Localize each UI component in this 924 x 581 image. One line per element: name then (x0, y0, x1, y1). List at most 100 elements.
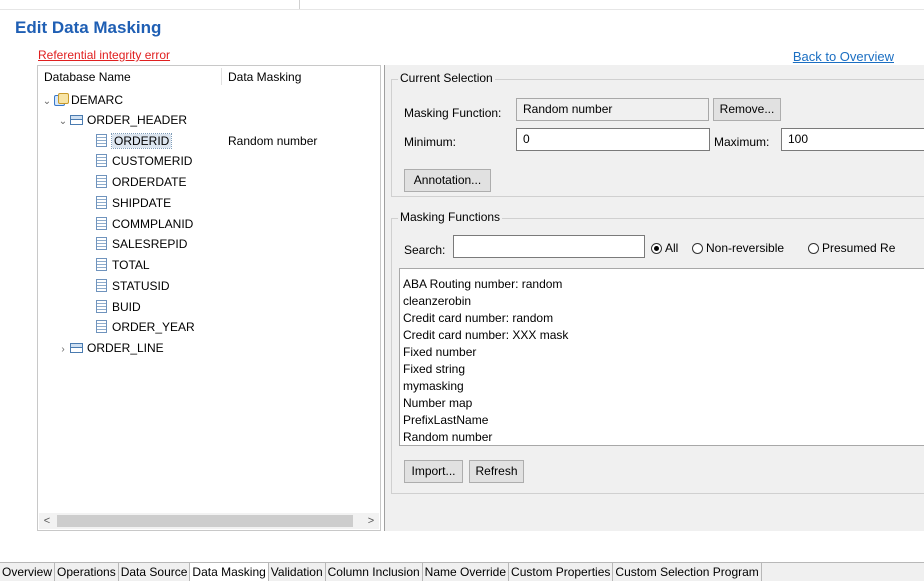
maximum-label: Maximum: (714, 135, 770, 149)
tree-column-row[interactable]: ORDERID (96, 131, 173, 151)
column-name: COMMPLANID (112, 217, 194, 231)
tab-validation[interactable]: Validation (268, 563, 326, 581)
column-name: ORDERDATE (112, 175, 187, 189)
radio-non-reversible[interactable]: Non-reversible (692, 241, 784, 255)
radio-dot (808, 243, 819, 254)
column-name: ORDER_YEAR (112, 320, 195, 334)
search-input[interactable] (453, 235, 645, 258)
horizontal-scrollbar[interactable]: < > (39, 513, 379, 529)
scroll-right-arrow[interactable]: > (363, 513, 379, 529)
column-icon (96, 134, 107, 147)
page-title: Edit Data Masking (15, 18, 162, 37)
column-icon (96, 237, 107, 250)
radio-presumed[interactable]: Presumed Re (808, 241, 895, 255)
tree-node-database[interactable]: ⌄ DEMARC (42, 90, 123, 110)
minimum-label: Minimum: (404, 135, 457, 149)
masking-functions-title: Masking Functions (398, 210, 503, 224)
refresh-button[interactable]: Refresh (469, 460, 524, 483)
masking-functions-list[interactable]: ABA Routing number: random cleanzerobin … (399, 268, 924, 446)
tab-data-masking[interactable]: Data Masking (190, 563, 269, 581)
column-icon (96, 154, 107, 167)
tab-name-override[interactable]: Name Override (422, 563, 510, 581)
radio-all[interactable]: All (651, 241, 678, 255)
chevron-right-icon[interactable]: › (58, 340, 68, 360)
tree-column-row[interactable]: BUID (96, 297, 141, 317)
tab-overview[interactable]: Overview (0, 563, 56, 581)
tree-column-row[interactable]: ORDER_YEAR (96, 317, 195, 337)
column-tree-panel: Database Name Data Masking ⌄ DEMARC ⌄ ORDE… (37, 65, 381, 531)
back-to-overview-link[interactable]: Back to Overview (793, 49, 894, 64)
list-item[interactable]: Fixed string (400, 361, 924, 378)
database-icon (54, 93, 69, 106)
minimum-input[interactable]: 0 (516, 128, 710, 151)
column-icon (96, 196, 107, 209)
list-item[interactable]: cleanzerobin (400, 293, 924, 310)
tab-data-source[interactable]: Data Source (118, 563, 191, 581)
column-name: BUID (112, 300, 141, 314)
tree-column-row[interactable]: COMMPLANID (96, 214, 193, 234)
masking-function-label: Masking Function: (404, 106, 502, 120)
tree-column-row[interactable]: SALESREPID (96, 234, 187, 254)
radio-dot (692, 243, 703, 254)
header-divider (221, 68, 222, 85)
list-item[interactable]: Credit card number: random (400, 310, 924, 327)
table-icon (70, 343, 83, 353)
tree-column-row[interactable]: STATUSID (96, 276, 170, 296)
tree-node-table-order-line[interactable]: › ORDER_LINE (58, 338, 163, 360)
table-name: ORDER_HEADER (87, 113, 188, 127)
column-icon (96, 279, 107, 292)
annotation-button[interactable]: Annotation... (404, 169, 491, 192)
tab-column-inclusion[interactable]: Column Inclusion (325, 563, 423, 581)
tree-column-row[interactable]: TOTAL (96, 255, 150, 275)
list-item[interactable]: mymasking (400, 378, 924, 395)
database-name: DEMARC (71, 93, 124, 107)
bottom-tab-bar: Overview Operations Data Source Data Maskin… (0, 562, 924, 581)
column-icon (96, 258, 107, 271)
referential-integrity-error-link[interactable]: Referential integrity error (38, 48, 170, 62)
remove-button[interactable]: Remove... (713, 98, 781, 121)
masking-editor-panel: Current Selection Masking Function: Rand… (384, 65, 924, 531)
column-masking-value: Random number (228, 134, 318, 148)
column-name: SALESREPID (112, 237, 188, 251)
column-header-database-name[interactable]: Database Name (44, 70, 131, 84)
tab-custom-properties[interactable]: Custom Properties (509, 563, 614, 581)
tab-operations[interactable]: Operations (55, 563, 119, 581)
radio-all-label: All (665, 241, 679, 255)
radio-non-reversible-label: Non-reversible (706, 241, 785, 255)
maximum-input[interactable]: 100 (781, 128, 924, 151)
top-toolbar-strip (0, 0, 924, 10)
list-item[interactable]: Random number (400, 429, 924, 445)
radio-dot-selected (651, 243, 662, 254)
column-header-data-masking[interactable]: Data Masking (228, 70, 301, 84)
list-item[interactable]: Credit card number: XXX mask (400, 327, 924, 344)
tree-column-row[interactable]: ORDERDATE (96, 172, 186, 192)
current-selection-title: Current Selection (398, 71, 495, 85)
list-item[interactable]: Fixed number (400, 344, 924, 361)
column-name: CUSTOMERID (112, 154, 193, 168)
tree-column-row[interactable]: SHIPDATE (96, 193, 171, 213)
column-icon (96, 217, 107, 230)
list-item[interactable]: ABA Routing number: random (400, 276, 924, 293)
list-item[interactable]: Number map (400, 395, 924, 412)
radio-presumed-label: Presumed Re (822, 241, 896, 255)
tree-node-table-order-header[interactable]: ⌄ ORDER_HEADER (58, 110, 187, 130)
column-name: ORDERID (110, 133, 173, 149)
chevron-down-icon[interactable]: ⌄ (58, 112, 68, 132)
list-item[interactable]: PrefixLastName (400, 412, 924, 429)
column-name: TOTAL (112, 258, 150, 272)
column-icon (96, 320, 107, 333)
table-icon (70, 115, 83, 125)
tree-header: Database Name Data Masking (38, 66, 380, 88)
tree-column-row[interactable]: CUSTOMERID (96, 151, 192, 171)
scrollbar-thumb[interactable] (57, 515, 353, 527)
search-label: Search: (404, 243, 446, 257)
masking-function-field: Random number (516, 98, 709, 121)
scroll-left-arrow[interactable]: < (39, 513, 55, 529)
column-name: SHIPDATE (112, 196, 172, 210)
chevron-down-icon[interactable]: ⌄ (42, 92, 52, 112)
tab-custom-selection-program[interactable]: Custom Selection Program (613, 563, 762, 581)
toolbar-divider (299, 0, 300, 9)
column-name: STATUSID (112, 279, 170, 293)
column-icon (96, 175, 107, 188)
import-button[interactable]: Import... (404, 460, 463, 483)
